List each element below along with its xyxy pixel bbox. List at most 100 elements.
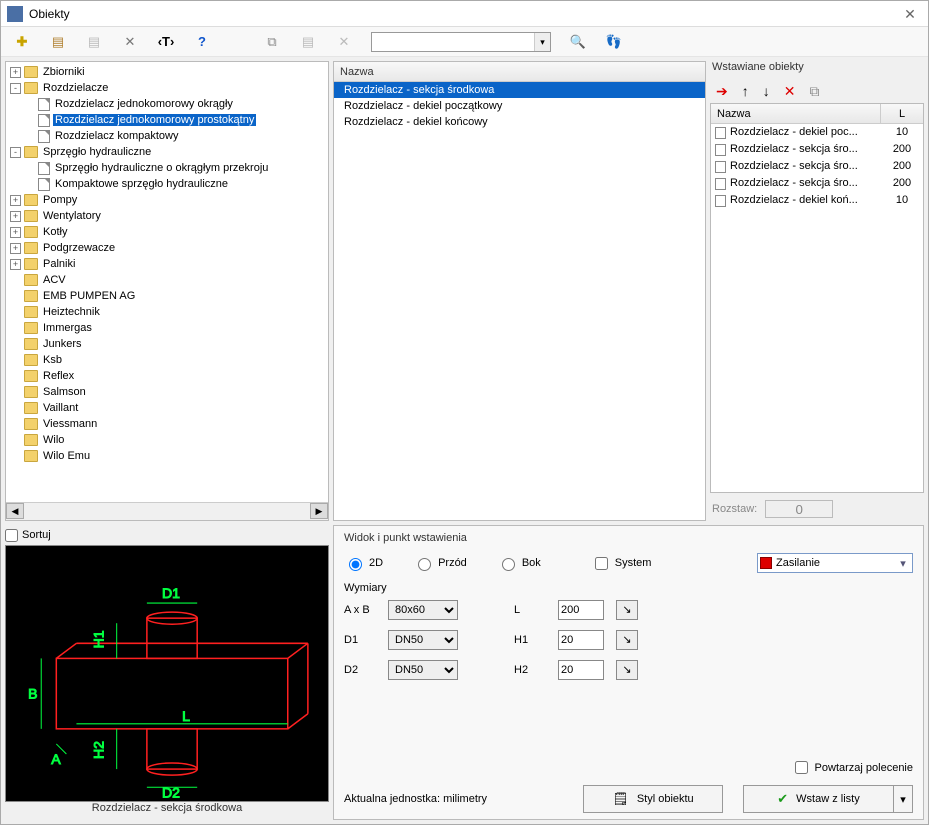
- tree-folder[interactable]: Immergas: [10, 320, 328, 336]
- move-up-icon[interactable]: ↑: [742, 83, 749, 99]
- tree-folder[interactable]: Heiztechnik: [10, 304, 328, 320]
- list-item[interactable]: Rozdzielacz - dekiel początkowy: [334, 98, 705, 114]
- tree-folder[interactable]: Viessmann: [10, 416, 328, 432]
- tree-label: EMB PUMPEN AG: [41, 290, 137, 302]
- style-button[interactable]: 🗒 Styl obiektu: [583, 785, 723, 813]
- tree-folder[interactable]: +Zbiorniki: [10, 64, 328, 80]
- view-side-radio[interactable]: Bok: [497, 555, 541, 571]
- list-item[interactable]: Rozdzielacz - dekiel końcowy: [334, 114, 705, 130]
- close-button[interactable]: ✕: [898, 4, 922, 24]
- expand-icon[interactable]: +: [10, 195, 21, 206]
- repeat-checkbox-row[interactable]: Powtarzaj polecenie: [791, 758, 913, 777]
- insert-dropdown[interactable]: ▾: [893, 785, 913, 813]
- tree-item[interactable]: Rozdzielacz kompaktowy: [24, 128, 328, 144]
- inserted-objects-table[interactable]: Rozdzielacz - dekiel poc...10Rozdzielacz…: [711, 124, 923, 492]
- tree-folder[interactable]: -Sprzęgło hydrauliczne: [10, 144, 328, 160]
- expand-icon[interactable]: +: [10, 227, 21, 238]
- tree-folder[interactable]: ACV: [10, 272, 328, 288]
- scroll-right[interactable]: ▶: [310, 503, 328, 519]
- table-row[interactable]: Rozdzielacz - dekiel koń...10: [711, 192, 923, 209]
- input-h1[interactable]: [558, 630, 604, 650]
- add-icon[interactable]: ✚: [13, 33, 31, 51]
- tree-item[interactable]: Sprzęgło hydrauliczne o okrągłym przekro…: [24, 160, 328, 176]
- table-row[interactable]: Rozdzielacz - sekcja śro...200: [711, 158, 923, 175]
- tree-folder[interactable]: EMB PUMPEN AG: [10, 288, 328, 304]
- tree-folder[interactable]: Vaillant: [10, 400, 328, 416]
- tree-label: Kotły: [41, 226, 69, 238]
- help-icon[interactable]: ?: [193, 33, 211, 51]
- expand-icon[interactable]: +: [10, 67, 21, 78]
- tree-folder[interactable]: Ksb: [10, 352, 328, 368]
- folder-icon: [24, 450, 38, 462]
- select-d2[interactable]: DN50: [388, 660, 458, 680]
- input-l[interactable]: [558, 600, 604, 620]
- copy-icon[interactable]: ⧉: [263, 33, 281, 51]
- expand-icon[interactable]: +: [10, 211, 21, 222]
- scroll-track[interactable]: [24, 503, 310, 520]
- search-icon[interactable]: 🔍: [569, 33, 587, 51]
- name-column-header[interactable]: Nazwa: [334, 62, 705, 82]
- select-d1[interactable]: DN50: [388, 630, 458, 650]
- scroll-left[interactable]: ◀: [6, 503, 24, 519]
- tools-icon[interactable]: ✕: [121, 33, 139, 51]
- props-icon[interactable]: ▤: [49, 33, 67, 51]
- lab-ab: A x B: [344, 604, 380, 616]
- expand-icon[interactable]: -: [10, 83, 21, 94]
- spacing-input[interactable]: [765, 500, 833, 518]
- tree-folder[interactable]: +Wentylatory: [10, 208, 328, 224]
- tree-folder[interactable]: Wilo: [10, 432, 328, 448]
- view-front-radio[interactable]: Przód: [413, 555, 467, 571]
- tree-folder[interactable]: -Rozdzielacze: [10, 80, 328, 96]
- tag-icon[interactable]: ‹T›: [157, 33, 175, 51]
- table-row[interactable]: Rozdzielacz - dekiel poc...10: [711, 124, 923, 141]
- move-right-icon[interactable]: ➔: [716, 83, 728, 100]
- category-tree[interactable]: +Zbiorniki-RozdzielaczeRozdzielacz jedno…: [6, 62, 328, 502]
- system-checkbox[interactable]: [595, 557, 608, 570]
- window-title: Obiekty: [29, 7, 898, 21]
- tree-item[interactable]: Kompaktowe sprzęgło hydrauliczne: [24, 176, 328, 192]
- tree-folder[interactable]: Wilo Emu: [10, 448, 328, 464]
- expand-icon: [24, 163, 35, 174]
- tree-folder[interactable]: +Pompy: [10, 192, 328, 208]
- tree-folder[interactable]: +Palniki: [10, 256, 328, 272]
- remove-icon[interactable]: ✕: [784, 83, 796, 100]
- tree-label: Rozdzielacz kompaktowy: [53, 130, 181, 142]
- tree-folder[interactable]: +Podgrzewacze: [10, 240, 328, 256]
- svg-text:D2: D2: [162, 784, 180, 800]
- tree-item[interactable]: Rozdzielacz jednokomorowy prostokątny: [24, 112, 328, 128]
- delete-icon[interactable]: ✕: [335, 33, 353, 51]
- pick-h2[interactable]: ↘: [616, 660, 638, 680]
- form-icon[interactable]: ▤: [299, 33, 317, 51]
- system-select[interactable]: Zasilanie ▾: [757, 553, 913, 573]
- tree-folder[interactable]: Reflex: [10, 368, 328, 384]
- search-dropdown[interactable]: ▾: [534, 33, 550, 51]
- folder-icon: [24, 306, 38, 318]
- table-row[interactable]: Rozdzielacz - sekcja śro...200: [711, 141, 923, 158]
- pick-h1[interactable]: ↘: [616, 630, 638, 650]
- tree-item[interactable]: Rozdzielacz jednokomorowy okrągły: [24, 96, 328, 112]
- expand-icon[interactable]: -: [10, 147, 21, 158]
- insert-button[interactable]: ✔ Wstaw z listy: [743, 785, 893, 813]
- sort-checkbox[interactable]: [5, 529, 18, 542]
- move-down-icon[interactable]: ↓: [763, 83, 770, 99]
- input-h2[interactable]: [558, 660, 604, 680]
- expand-icon[interactable]: +: [10, 243, 21, 254]
- view-2d-radio[interactable]: 2D: [344, 555, 383, 571]
- copy-list-icon[interactable]: ⧉: [809, 83, 819, 100]
- find-icon[interactable]: 👣: [605, 33, 623, 51]
- tree-folder[interactable]: Junkers: [10, 336, 328, 352]
- rt-name-header[interactable]: Nazwa: [711, 104, 881, 123]
- list-item[interactable]: Rozdzielacz - sekcja środkowa: [334, 82, 705, 98]
- search-input[interactable]: [371, 32, 551, 52]
- rt-l-header[interactable]: L: [881, 104, 923, 123]
- repeat-checkbox[interactable]: [795, 761, 808, 774]
- pick-l[interactable]: ↘: [616, 600, 638, 620]
- expand-icon[interactable]: +: [10, 259, 21, 270]
- table-row[interactable]: Rozdzielacz - sekcja śro...200: [711, 175, 923, 192]
- type-list[interactable]: Rozdzielacz - sekcja środkowaRozdzielacz…: [334, 82, 705, 520]
- inserted-objects-title: Wstawiane obiekty: [710, 61, 924, 79]
- tree-folder[interactable]: + Kotły: [10, 224, 328, 240]
- tree-folder[interactable]: Salmson: [10, 384, 328, 400]
- list-icon[interactable]: ▤: [85, 33, 103, 51]
- select-ab[interactable]: 80x60: [388, 600, 458, 620]
